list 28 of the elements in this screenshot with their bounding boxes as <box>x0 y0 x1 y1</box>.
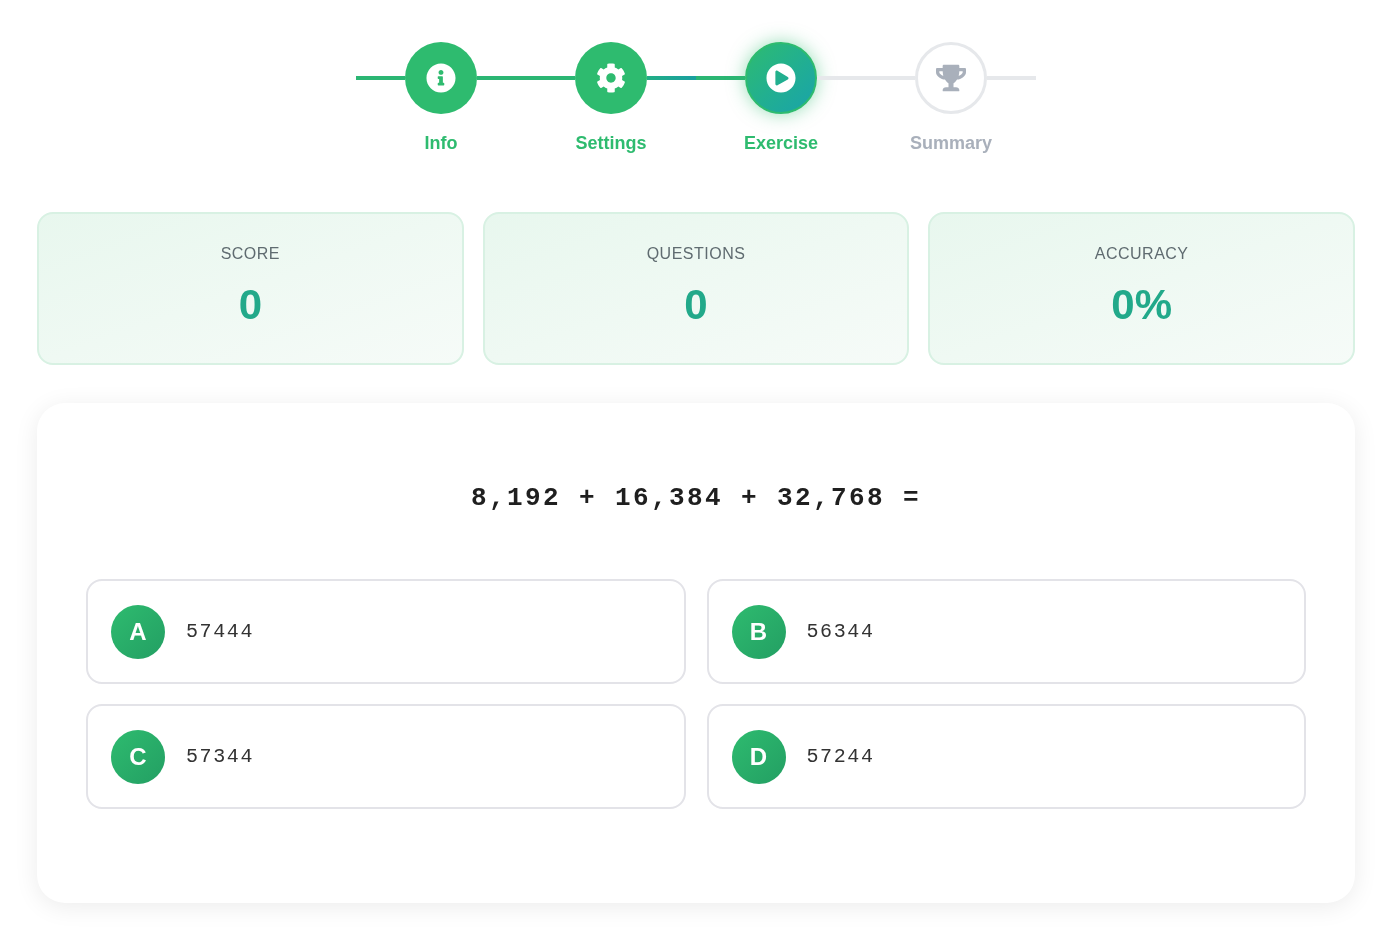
step-label: Settings <box>575 132 647 154</box>
step-label: Exercise <box>743 132 819 154</box>
stat-label: SCORE <box>220 244 281 264</box>
option-letter: C <box>111 729 165 784</box>
option-answer: 56344 <box>806 619 875 644</box>
stat-label: ACCURACY <box>1094 244 1189 264</box>
option-answer: 57244 <box>806 744 875 769</box>
option-letter: D <box>731 729 786 784</box>
answer-option[interactable]: C 57344 <box>86 704 686 809</box>
stat-value: 0 <box>684 281 708 329</box>
step-label: Info <box>424 132 458 154</box>
stat-label: QUESTIONS <box>646 244 746 264</box>
info-icon <box>426 63 456 93</box>
step-label: Summary <box>909 132 992 154</box>
option-answer: 57344 <box>186 744 254 769</box>
play-icon <box>766 63 796 93</box>
stat-value: 0% <box>1111 281 1172 329</box>
question-text: 8,192 + 16,384 + 32,768 = <box>470 483 922 513</box>
option-letter: B <box>731 604 786 659</box>
answer-option[interactable]: B 56344 <box>706 579 1306 684</box>
answer-option[interactable]: A 57444 <box>86 579 686 684</box>
gear-icon <box>596 63 626 93</box>
answer-option[interactable]: D 57244 <box>706 704 1306 809</box>
stat-value: 0 <box>238 281 262 329</box>
step-indicator[interactable] <box>745 42 817 114</box>
trophy-icon <box>936 63 966 93</box>
option-letter: A <box>111 604 165 659</box>
option-answer: 57444 <box>186 619 254 644</box>
